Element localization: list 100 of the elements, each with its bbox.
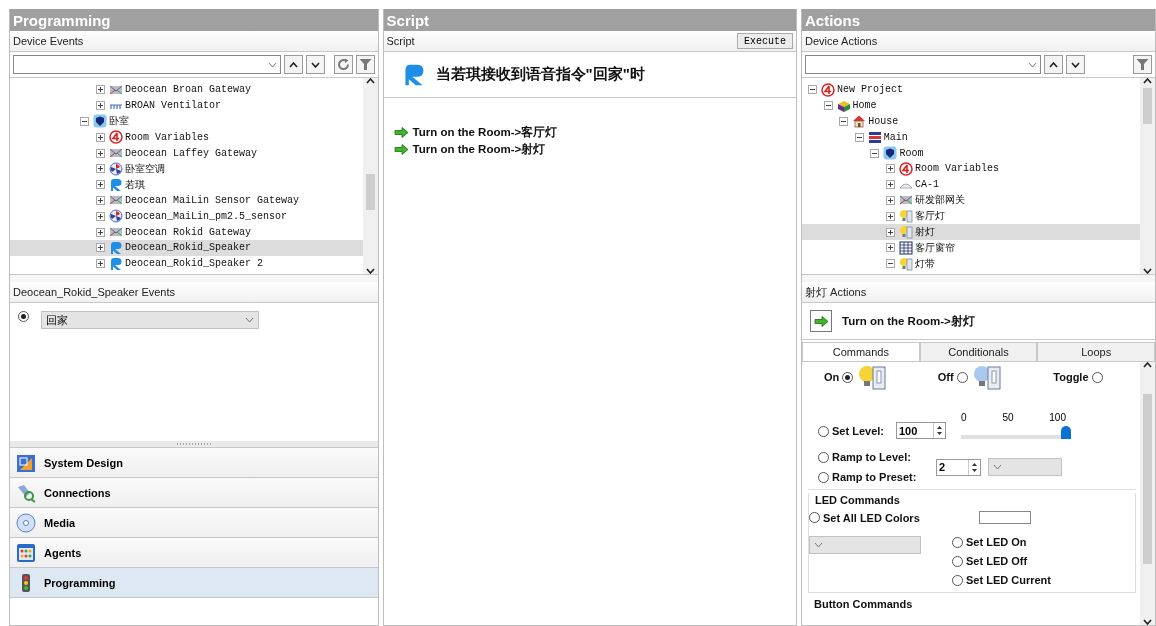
scroll-down-icon — [365, 268, 375, 274]
scrollbar[interactable] — [1140, 78, 1155, 274]
expand-toggle[interactable] — [886, 195, 895, 205]
nav-button[interactable]: Programming — [10, 568, 378, 598]
section-label: 射灯 Actions — [805, 284, 867, 300]
action-line[interactable]: Turn on the Room->射灯 — [412, 141, 546, 157]
plus-icon — [887, 196, 894, 204]
radio-button[interactable] — [952, 536, 963, 548]
refresh-button[interactable] — [333, 55, 353, 74]
caret-icon — [267, 61, 277, 68]
expand-toggle[interactable] — [96, 148, 105, 158]
radio-button[interactable] — [818, 451, 829, 463]
expand-toggle[interactable] — [96, 85, 105, 95]
expand-toggle[interactable] — [886, 243, 895, 253]
section-label: Script — [386, 35, 415, 47]
plus-icon — [97, 244, 104, 252]
scroll-down-icon — [1143, 619, 1152, 625]
move-up-button[interactable] — [1044, 55, 1063, 74]
scrollbar-thumb[interactable] — [1143, 88, 1152, 124]
expand-toggle[interactable] — [96, 180, 105, 190]
expand-toggle[interactable] — [96, 211, 105, 221]
bulb-icon — [899, 209, 913, 224]
filter-button[interactable] — [1133, 55, 1152, 74]
expand-toggle[interactable] — [96, 132, 105, 142]
nav-button[interactable]: Agents — [10, 538, 378, 568]
expand-toggle[interactable] — [823, 101, 833, 111]
radio-button[interactable] — [842, 371, 854, 383]
plus-icon — [887, 228, 894, 236]
expand-toggle[interactable] — [96, 259, 105, 269]
ramp-field[interactable]: 2 — [936, 458, 981, 476]
move-down-button[interactable] — [1066, 55, 1085, 74]
caret-icon — [814, 542, 823, 548]
panel-title: Script — [383, 9, 796, 31]
scrollbar-thumb[interactable] — [365, 174, 375, 210]
chevron-down-icon — [310, 61, 320, 68]
filter-icon — [358, 58, 372, 71]
expand-toggle[interactable] — [96, 243, 105, 253]
radio-button[interactable] — [809, 512, 820, 523]
disc-icon — [16, 512, 36, 533]
arrow-icon — [393, 143, 409, 155]
radio-button[interactable] — [18, 311, 29, 322]
plus-icon — [97, 86, 104, 94]
level-field[interactable]: 100 — [896, 422, 946, 439]
scrollbar[interactable] — [1140, 362, 1155, 625]
radio-button[interactable] — [952, 574, 963, 586]
expand-toggle[interactable] — [886, 227, 895, 237]
radio-button[interactable] — [956, 371, 968, 383]
plus-icon — [97, 196, 104, 204]
slider-thumb[interactable] — [1061, 426, 1071, 439]
execute-button[interactable]: Execute — [737, 33, 793, 49]
expand-toggle[interactable] — [80, 117, 89, 126]
plus-icon — [97, 102, 104, 110]
logo-icon — [109, 256, 123, 271]
expand-toggle[interactable] — [886, 164, 895, 174]
tab[interactable]: Conditionals — [919, 342, 1038, 361]
action-line[interactable]: Turn on the Room->客厅灯 — [412, 124, 558, 140]
grid-icon — [16, 542, 36, 563]
expand-toggle[interactable] — [96, 227, 105, 237]
expand-toggle[interactable] — [854, 132, 864, 142]
radio-button[interactable] — [952, 555, 963, 567]
scroll-down-icon — [1143, 268, 1152, 274]
radio-button[interactable] — [1091, 371, 1103, 383]
nav-button[interactable]: System Design — [10, 448, 378, 478]
spin-arrows-icon[interactable] — [934, 423, 945, 438]
chevron-down-icon — [1071, 61, 1080, 68]
nav-button[interactable]: Media — [10, 508, 378, 538]
color-swatch[interactable] — [978, 511, 1031, 524]
tab[interactable]: Commands — [802, 342, 920, 361]
expand-toggle[interactable] — [886, 259, 895, 269]
option-label: Set Level: — [832, 425, 884, 437]
tab[interactable]: Loops — [1037, 342, 1155, 361]
expand-toggle[interactable] — [839, 117, 849, 126]
move-down-button[interactable] — [305, 55, 325, 74]
option-label: Ramp to Preset: — [832, 471, 917, 483]
layers-icon — [867, 130, 882, 145]
event-dropdown[interactable]: 回家 — [41, 311, 259, 329]
expand-toggle[interactable] — [870, 148, 880, 158]
caret-icon — [1028, 61, 1037, 68]
scrollbar-thumb[interactable] — [1143, 394, 1152, 564]
expand-toggle[interactable] — [96, 164, 105, 174]
filter-icon — [1136, 58, 1149, 71]
arrow-icon — [393, 126, 409, 138]
chevron-up-icon — [1049, 61, 1058, 68]
option-label: Set All LED Colors — [823, 511, 920, 524]
option-label: Set LED Off — [966, 555, 1028, 567]
expand-toggle[interactable] — [96, 195, 105, 205]
filter-button[interactable] — [355, 55, 375, 74]
expand-toggle[interactable] — [808, 85, 817, 95]
tick-label: 100 — [1049, 412, 1066, 423]
radio-button[interactable] — [818, 471, 829, 483]
tree-item[interactable]: 射灯 — [802, 224, 1140, 240]
expand-toggle[interactable] — [96, 101, 105, 111]
expand-toggle[interactable] — [886, 180, 895, 190]
expand-toggle[interactable] — [886, 211, 895, 221]
radio-button[interactable] — [818, 425, 829, 437]
house-icon — [852, 114, 867, 129]
nav-button[interactable]: Connections — [10, 478, 378, 508]
fan-icon — [109, 161, 123, 176]
plus-icon — [97, 212, 104, 220]
move-up-button[interactable] — [283, 55, 303, 74]
